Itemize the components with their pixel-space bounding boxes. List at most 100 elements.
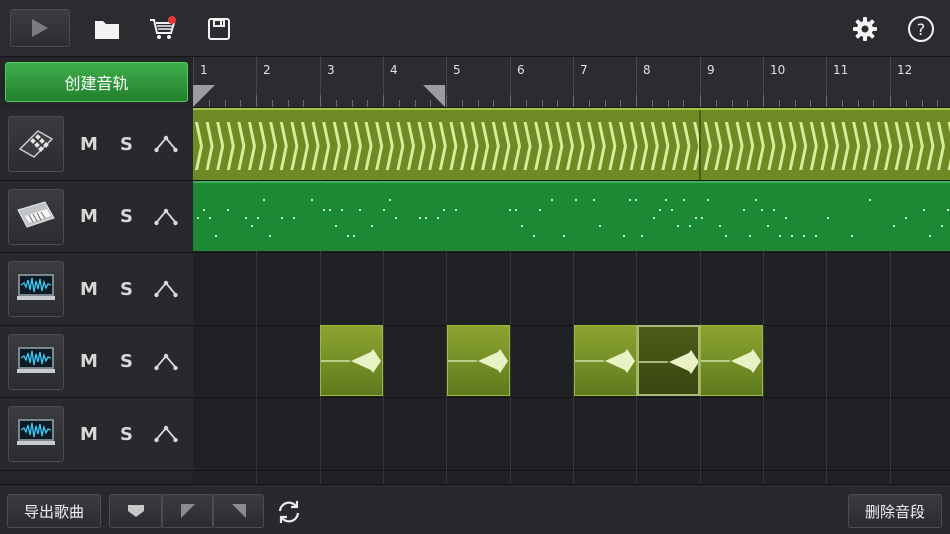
ruler-tick	[589, 100, 590, 107]
ruler-tick	[922, 100, 923, 107]
mute-button[interactable]: M	[80, 398, 98, 470]
track-headers: MSMSMSMSMS	[0, 108, 193, 484]
ruler-bar-number: 12	[897, 63, 913, 77]
save-button[interactable]	[205, 0, 233, 57]
audio-segment[interactable]	[574, 325, 637, 396]
ruler-tick	[937, 100, 938, 107]
ruler-bar-number: 1	[200, 63, 208, 77]
instrument-button[interactable]	[8, 406, 64, 462]
ruler-tick	[573, 95, 574, 107]
instrument-button[interactable]	[8, 116, 64, 172]
instrument-button[interactable]	[8, 188, 64, 245]
ruler-tick	[700, 95, 701, 107]
cart-icon	[150, 15, 176, 39]
track-header: MS	[0, 398, 193, 471]
audio-segment[interactable]	[700, 325, 763, 396]
track-header: MS	[0, 253, 193, 326]
ruler-tick	[795, 100, 796, 107]
solo-button[interactable]: S	[120, 108, 133, 180]
automation-button[interactable]	[154, 422, 178, 446]
snap-down-button[interactable]	[109, 494, 162, 528]
automation-button[interactable]	[154, 205, 178, 229]
automation-button[interactable]	[154, 277, 178, 301]
store-button[interactable]	[148, 0, 178, 57]
grid-row[interactable]	[193, 398, 950, 471]
audio-segment-selected[interactable]	[637, 325, 700, 396]
automation-icon	[154, 135, 178, 153]
loop-end-marker[interactable]	[423, 85, 445, 107]
keyboard-icon	[15, 200, 57, 234]
ruler-tick	[732, 100, 733, 107]
audio-waveform	[321, 349, 381, 373]
snap-left-icon	[180, 504, 195, 518]
create-track-button[interactable]: 创建音轨	[5, 62, 188, 102]
ruler-tick	[303, 100, 304, 107]
solo-button[interactable]: S	[120, 181, 133, 253]
snap-right-icon	[231, 504, 246, 518]
automation-icon	[154, 425, 178, 443]
mute-button[interactable]: M	[80, 326, 98, 398]
ruler-tick	[810, 100, 811, 107]
solo-button[interactable]: S	[120, 253, 133, 325]
ruler-bar-number: 5	[453, 63, 461, 77]
ruler-tick	[352, 100, 353, 107]
delete-segment-button[interactable]: 删除音段	[848, 494, 942, 528]
instrument-button[interactable]	[8, 333, 64, 390]
audio-wave-icon	[16, 345, 56, 379]
audio-wave-icon	[16, 417, 56, 451]
grid-row[interactable]	[193, 471, 950, 485]
svg-text:?: ?	[917, 20, 926, 39]
settings-button[interactable]	[850, 0, 880, 57]
audio-segment[interactable]	[447, 325, 510, 396]
mute-button[interactable]: M	[80, 108, 98, 180]
open-project-button[interactable]	[92, 0, 122, 57]
loop-start-marker[interactable]	[193, 85, 215, 107]
grid-row[interactable]	[193, 253, 950, 326]
mute-button[interactable]: M	[80, 181, 98, 253]
ruler-tick	[763, 95, 764, 107]
ruler-tick	[272, 100, 273, 107]
track-header: MS	[0, 180, 193, 253]
arrangement-grid[interactable]	[193, 108, 950, 484]
ruler-bar-number: 4	[390, 63, 398, 77]
ruler-tick	[493, 100, 494, 107]
snap-left-button[interactable]	[162, 494, 213, 528]
ruler-tick	[256, 95, 257, 107]
solo-button[interactable]: S	[120, 398, 133, 470]
play-button[interactable]	[10, 9, 70, 47]
grid-row[interactable]	[193, 326, 950, 398]
audio-waveform	[639, 350, 698, 374]
help-icon: ?	[908, 15, 934, 42]
ruler-tick	[383, 95, 384, 107]
track-header: MS	[0, 325, 193, 398]
automation-button[interactable]	[154, 350, 178, 374]
keys-segment[interactable]	[193, 181, 950, 251]
ruler-bar-number: 8	[643, 63, 651, 77]
ruler-tick	[779, 100, 780, 107]
ruler-bar-number: 7	[580, 63, 588, 77]
loop-icon	[278, 501, 300, 523]
ruler-tick	[320, 95, 321, 107]
audio-wave-icon	[16, 272, 56, 306]
instrument-button[interactable]	[8, 261, 64, 317]
automation-button[interactable]	[154, 132, 178, 156]
loop-button[interactable]	[274, 497, 304, 527]
ruler-tick	[526, 100, 527, 107]
audio-waveform	[701, 349, 761, 373]
ruler-tick	[446, 95, 447, 107]
ruler-tick	[620, 100, 621, 107]
ruler-tick	[842, 100, 843, 107]
keys-notes	[197, 199, 949, 237]
solo-button[interactable]: S	[120, 326, 133, 398]
audio-segment[interactable]	[320, 325, 383, 396]
export-song-button[interactable]: 导出歌曲	[7, 494, 101, 528]
help-button[interactable]: ?	[906, 0, 936, 57]
snap-right-button[interactable]	[213, 494, 264, 528]
ruler-tick	[399, 100, 400, 107]
save-icon	[208, 17, 230, 40]
drum-segment[interactable]	[193, 108, 950, 180]
timeline-ruler[interactable]: 1 2 3 4 5 6 7 8 9 10 11 12	[193, 57, 950, 108]
snap-down-icon	[127, 505, 144, 517]
mute-button[interactable]: M	[80, 253, 98, 325]
play-icon	[32, 19, 48, 37]
